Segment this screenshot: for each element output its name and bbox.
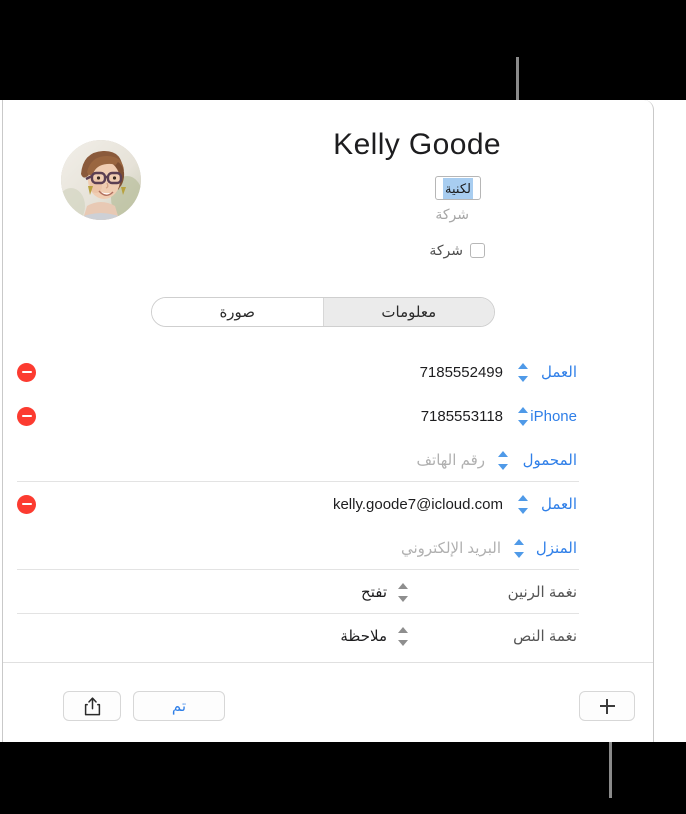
plus-icon	[599, 698, 615, 714]
chevron-updown-icon[interactable]	[398, 582, 409, 602]
contact-card-panel: Kelly Goode لكنية شركة شركة معلومات صورة…	[2, 100, 654, 742]
table-row[interactable]: نغمة الرنين تفتح	[3, 570, 653, 614]
remove-icon[interactable]	[17, 494, 36, 514]
field-value[interactable]: تفتح	[361, 583, 387, 601]
field-label: نغمة النص	[513, 628, 577, 645]
field-label[interactable]: المحمول	[523, 451, 577, 469]
tab-info[interactable]: معلومات	[323, 298, 494, 326]
page-title: Kelly Goode	[333, 128, 501, 161]
table-row[interactable]: المنزل البريد الإلكتروني	[3, 526, 653, 570]
field-placeholder[interactable]: رقم الهاتف	[417, 451, 486, 469]
screenshot-stage: Kelly Goode لكنية شركة شركة معلومات صورة…	[0, 0, 686, 814]
share-icon	[84, 696, 101, 716]
field-label: نغمة الرنين	[507, 584, 577, 601]
field-label[interactable]: المنزل	[536, 539, 577, 557]
chevron-updown-icon[interactable]	[518, 362, 529, 382]
field-rows: العمل 7185552499 iPhone 7185553118 المحم…	[3, 350, 653, 658]
view-segmented-control[interactable]: معلومات صورة	[151, 297, 495, 327]
company-placeholder-label[interactable]: شركة	[435, 206, 469, 223]
company-checkbox-label: شركة	[429, 242, 463, 258]
top-black-band	[0, 0, 686, 100]
chevron-updown-icon[interactable]	[518, 494, 529, 514]
add-field-button[interactable]	[579, 691, 635, 721]
tab-photo-label: صورة	[219, 304, 256, 321]
chevron-updown-icon[interactable]	[398, 626, 409, 646]
tab-info-label: معلومات	[381, 304, 437, 321]
table-row[interactable]: العمل kelly.goode7@icloud.com	[3, 482, 653, 526]
field-value[interactable]: 7185552499	[420, 364, 503, 381]
bottom-black-band	[0, 742, 686, 814]
done-button[interactable]: تم	[133, 691, 225, 721]
avatar[interactable]	[61, 140, 141, 220]
remove-icon[interactable]	[17, 406, 36, 426]
bottom-toolbar: تم	[3, 663, 653, 741]
done-button-label: تم	[171, 698, 187, 715]
table-row[interactable]: المحمول رقم الهاتف	[3, 438, 653, 482]
lastname-field-value: لكنية	[443, 177, 473, 199]
company-checkbox-row[interactable]: شركة	[429, 242, 485, 259]
lastname-field[interactable]: لكنية	[435, 176, 481, 200]
chevron-updown-icon[interactable]	[518, 406, 529, 426]
tab-photo[interactable]: صورة	[152, 298, 324, 326]
field-label[interactable]: العمل	[541, 363, 577, 381]
field-label[interactable]: العمل	[541, 495, 577, 513]
company-checkbox[interactable]	[470, 243, 485, 258]
chevron-updown-icon[interactable]	[514, 538, 525, 558]
field-value[interactable]: 7185553118	[421, 408, 503, 425]
field-value[interactable]: kelly.goode7@icloud.com	[333, 496, 503, 513]
table-row[interactable]: نغمة النص ملاحظة	[3, 614, 653, 658]
field-label[interactable]: iPhone	[530, 408, 577, 425]
table-row[interactable]: العمل 7185552499	[3, 350, 653, 394]
remove-icon[interactable]	[17, 362, 36, 382]
field-placeholder[interactable]: البريد الإلكتروني	[401, 539, 501, 557]
table-row[interactable]: iPhone 7185553118	[3, 394, 653, 438]
share-button[interactable]	[63, 691, 121, 721]
chevron-updown-icon[interactable]	[498, 450, 509, 470]
field-value[interactable]: ملاحظة	[340, 627, 387, 645]
